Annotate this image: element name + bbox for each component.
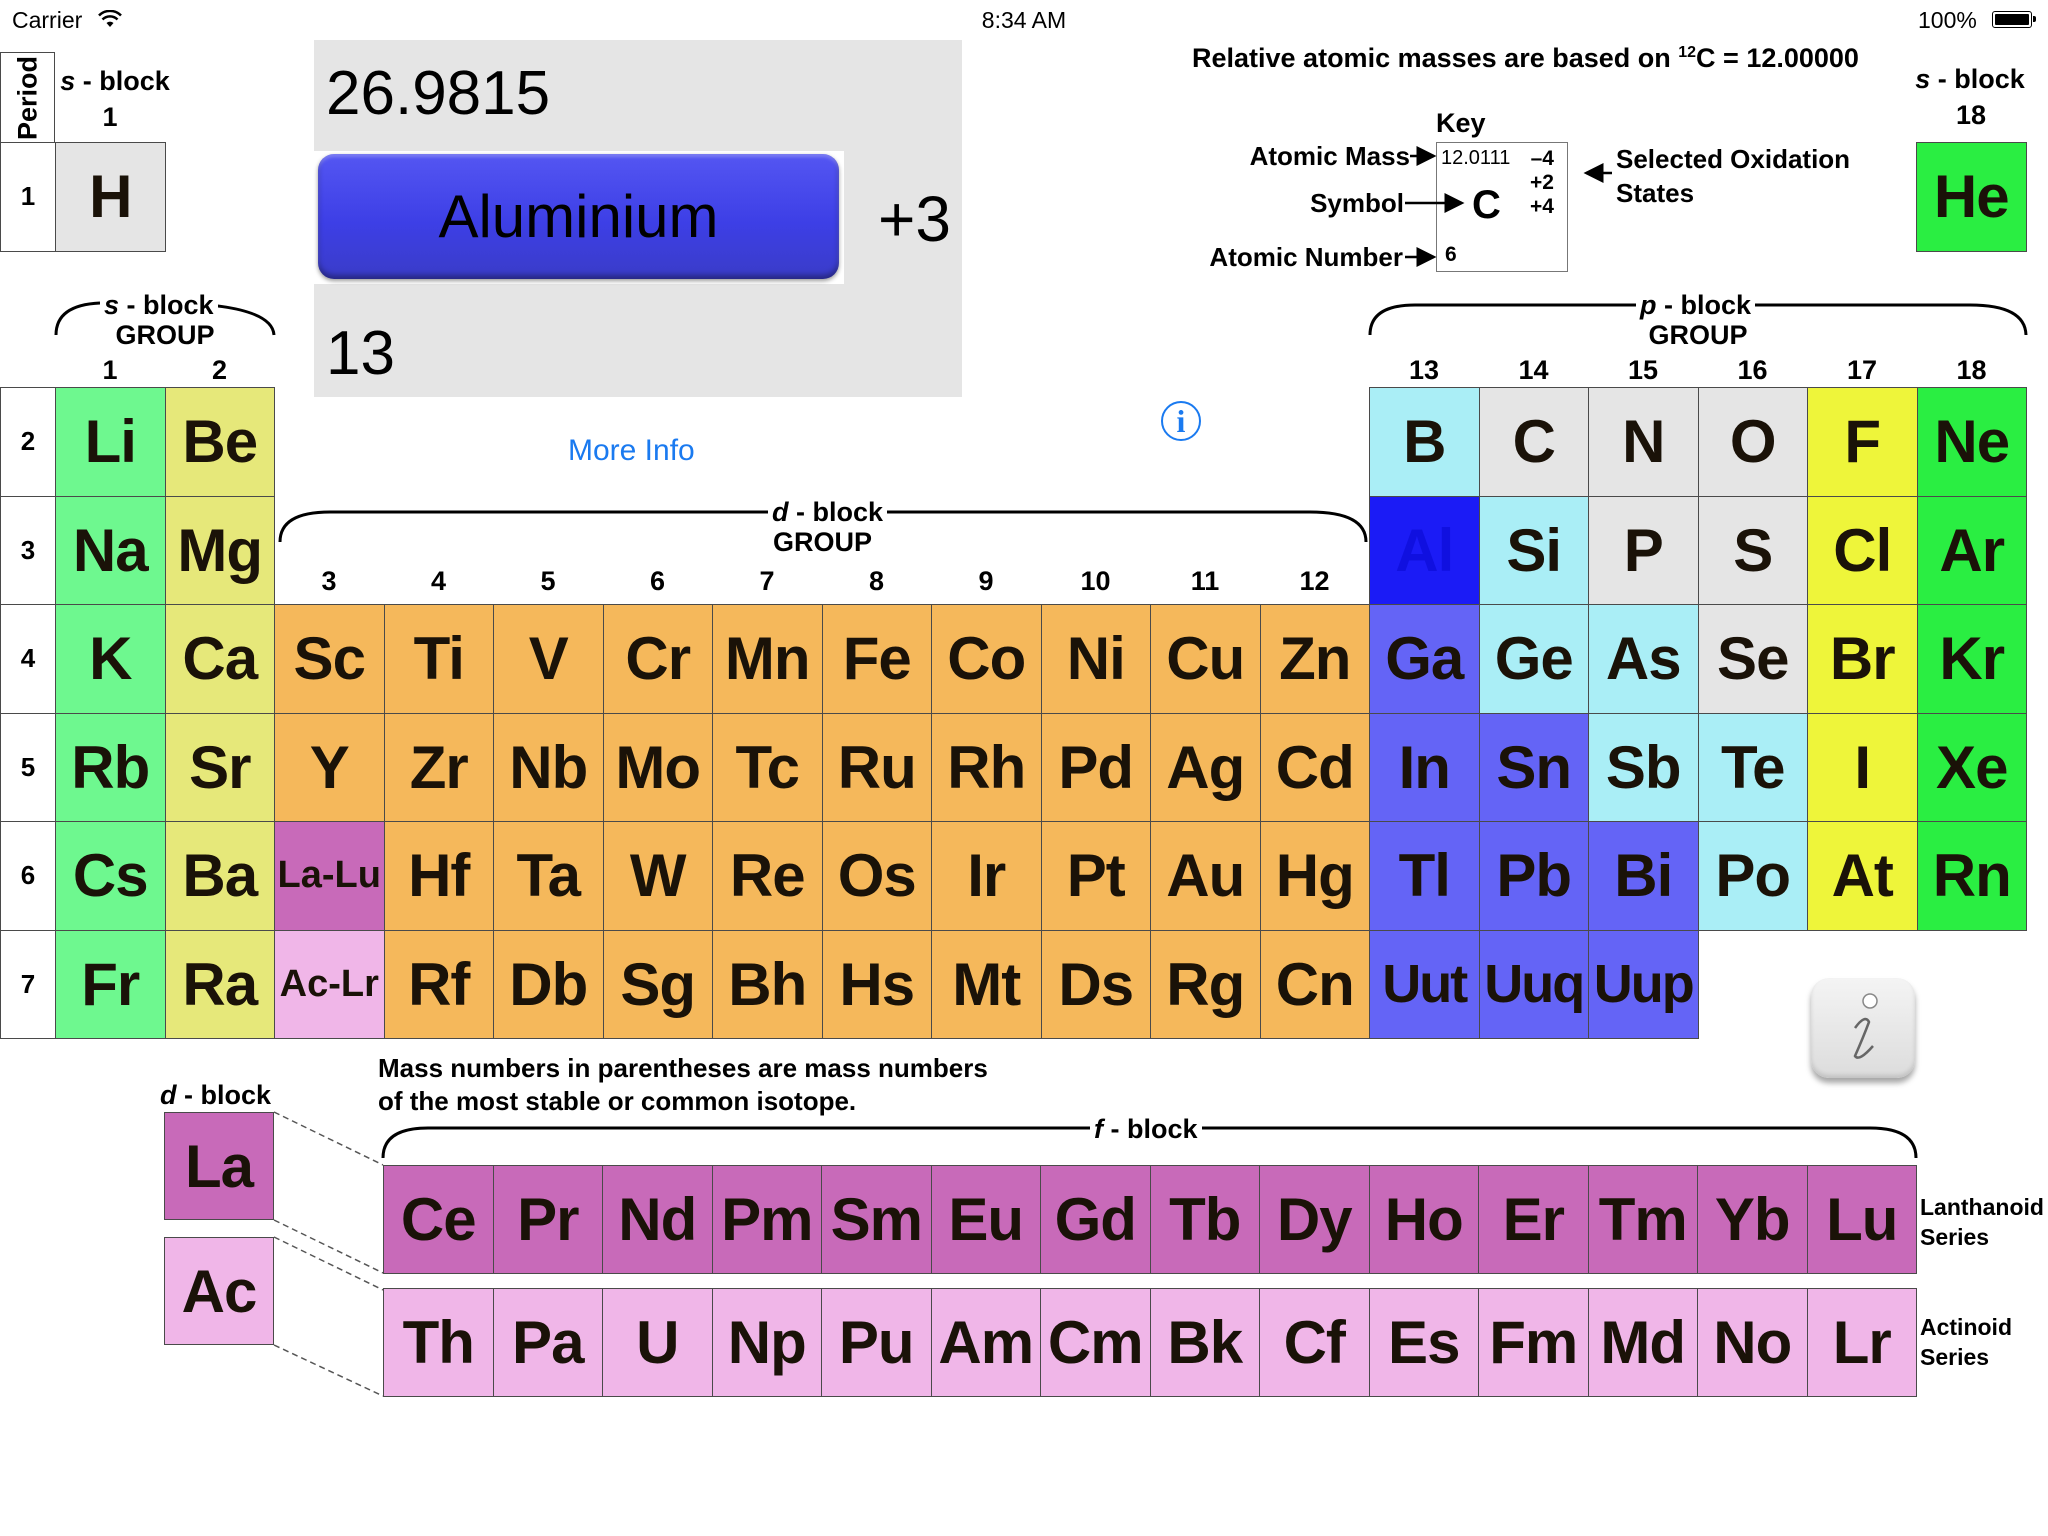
element-No[interactable]: No [1697, 1288, 1808, 1397]
element-Md[interactable]: Md [1587, 1288, 1698, 1397]
element-Yb[interactable]: Yb [1697, 1165, 1808, 1274]
element-Lu[interactable]: Lu [1806, 1165, 1917, 1274]
element-Es[interactable]: Es [1368, 1288, 1479, 1397]
element-Bk[interactable]: Bk [1149, 1288, 1260, 1397]
element-Er[interactable]: Er [1478, 1165, 1589, 1274]
element-Lr[interactable]: Lr [1806, 1288, 1917, 1397]
element-Ho[interactable]: Ho [1368, 1165, 1479, 1274]
actinoid-series-label: Actinoid Series [1920, 1314, 2012, 1370]
element-Cf[interactable]: Cf [1259, 1288, 1370, 1397]
element-Pa[interactable]: Pa [492, 1288, 603, 1397]
element-Np[interactable]: Np [711, 1288, 822, 1397]
element-Eu[interactable]: Eu [930, 1165, 1041, 1274]
element-Pm[interactable]: Pm [711, 1165, 822, 1274]
element-Ce[interactable]: Ce [383, 1165, 494, 1274]
element-Tb[interactable]: Tb [1149, 1165, 1260, 1274]
element-Dy[interactable]: Dy [1259, 1165, 1370, 1274]
element-Pr[interactable]: Pr [492, 1165, 603, 1274]
element-Pu[interactable]: Pu [821, 1288, 932, 1397]
element-Sm[interactable]: Sm [821, 1165, 932, 1274]
element-Cm[interactable]: Cm [1040, 1288, 1151, 1397]
element-Gd[interactable]: Gd [1040, 1165, 1151, 1274]
element-Nd[interactable]: Nd [602, 1165, 713, 1274]
element-Am[interactable]: Am [930, 1288, 1041, 1397]
element-Fm[interactable]: Fm [1478, 1288, 1589, 1397]
element-Th[interactable]: Th [383, 1288, 494, 1397]
element-U[interactable]: U [602, 1288, 713, 1397]
lanthanoid-series-label: Lanthanoid Series [1920, 1194, 2044, 1250]
element-Tm[interactable]: Tm [1587, 1165, 1698, 1274]
